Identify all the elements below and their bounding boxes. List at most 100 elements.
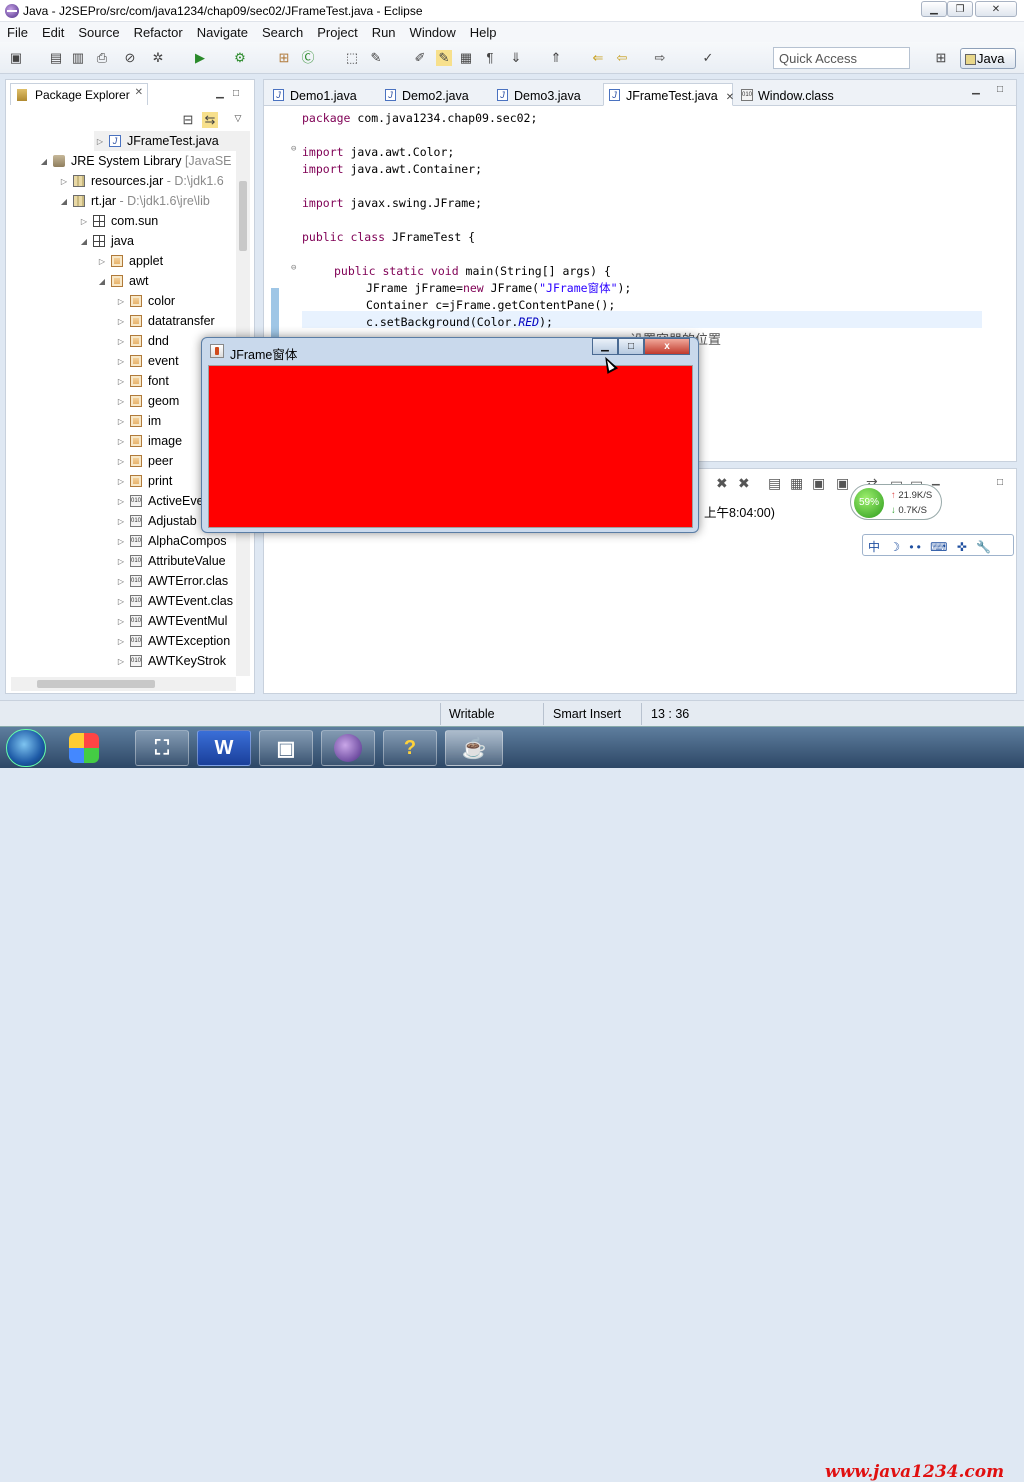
close-tab-icon[interactable]: ✕ <box>135 87 143 98</box>
show-whitespace-icon[interactable]: ¶ <box>482 50 498 66</box>
menu-navigate[interactable]: Navigate <box>190 25 255 40</box>
print-icon[interactable]: ⎙ <box>94 50 110 66</box>
tree-item-dnd[interactable]: ▷ dnd <box>115 331 169 351</box>
save-all-icon[interactable]: ▥ <box>70 50 86 66</box>
jframe-minimize-button[interactable]: ▁ <box>592 338 618 355</box>
tree-horizontal-scrollbar[interactable] <box>11 677 236 691</box>
menu-search[interactable]: Search <box>255 25 310 40</box>
close-button[interactable]: ✕ <box>975 1 1017 17</box>
tab-demo3[interactable]: Demo3.java <box>491 83 601 106</box>
taskbar-java-icon[interactable]: ☕ <box>445 730 503 766</box>
new-class-icon[interactable]: Ⓒ <box>300 50 316 66</box>
search-icon[interactable]: ✎ <box>368 50 384 66</box>
clear-console-icon[interactable]: ▤ <box>768 475 781 492</box>
toggle-mark-icon[interactable]: ✐ <box>412 50 428 66</box>
skip-breakpoints-icon[interactable]: ⊘ <box>122 50 138 66</box>
package-explorer-tab[interactable]: Package Explorer ✕ <box>10 83 148 105</box>
taskbar-word-icon[interactable]: W <box>197 730 251 766</box>
tree-item-resources-jar[interactable]: ▷ resources.jar - D:\jdk1.6 <box>58 171 224 191</box>
tree-item-datatransfer[interactable]: ▷ datatransfer <box>115 311 215 331</box>
network-speed-widget[interactable]: 59% 21.9K/S 0.7K/S <box>850 484 942 520</box>
scroll-lock-icon[interactable]: ▦ <box>790 475 803 492</box>
view-menu-icon[interactable]: ▽ <box>230 110 246 126</box>
maximize-button[interactable]: ❐ <box>947 1 973 17</box>
minimize-console-icon[interactable]: ▁ <box>932 475 940 486</box>
tree-item-adjustable[interactable]: ▷Adjustab <box>115 511 197 531</box>
jframe-window[interactable]: JFrame窗体 ▁ □ x <box>201 337 699 533</box>
tree-item-awtkeystroke[interactable]: ▷AWTKeyStrok <box>115 651 226 671</box>
open-type-icon[interactable]: ⬚ <box>344 50 360 66</box>
tree-item-font[interactable]: ▷ font <box>115 371 169 391</box>
tree-item-im[interactable]: ▷ im <box>115 411 161 431</box>
open-perspective-icon[interactable]: ⊞ <box>933 50 949 66</box>
word-wrap-icon[interactable]: ▣ <box>812 475 825 492</box>
next-annotation-icon[interactable]: ⇓ <box>508 50 524 66</box>
debug-icon[interactable]: ✲ <box>150 50 166 66</box>
back-icon[interactable]: ⇦ <box>614 50 630 66</box>
tree-item-java[interactable]: ◢ java <box>78 231 134 251</box>
start-button[interactable] <box>6 729 46 767</box>
highlight-occurrences-icon[interactable]: ✎ <box>436 50 452 66</box>
ime-toolbar[interactable]: 中 ☽ •• ⌨ ✜ 🔧 <box>862 534 1014 556</box>
last-edit-icon[interactable]: ⇐ <box>590 50 606 66</box>
prev-annotation-icon[interactable]: ⇑ <box>548 50 564 66</box>
taskbar-eclipse-icon[interactable] <box>321 730 375 766</box>
fold-icon[interactable]: ⊖ <box>291 144 296 154</box>
tree-item-com-sun[interactable]: ▷ com.sun <box>78 211 158 231</box>
java-perspective-button[interactable]: Java <box>960 48 1016 69</box>
tree-item-applet[interactable]: ▷ applet <box>96 251 163 271</box>
terminate-icon[interactable]: ✖ <box>716 475 728 492</box>
maximize-view-icon[interactable]: □ <box>228 86 244 102</box>
jframe-maximize-button[interactable]: □ <box>618 338 644 355</box>
tree-item-print[interactable]: ▷ print <box>115 471 172 491</box>
taskbar-app-icon[interactable]: ⛶ <box>135 730 189 766</box>
tab-demo2[interactable]: Demo2.java <box>379 83 489 106</box>
new-icon[interactable]: ▣ <box>8 50 24 66</box>
maximize-console-icon[interactable]: □ <box>992 475 1008 491</box>
tree-item-jframetest[interactable]: ▷JFrameTest.java <box>94 131 236 151</box>
tree-item-awteventmulticaster[interactable]: ▷AWTEventMul <box>115 611 228 631</box>
tree-item-rt-jar[interactable]: ◢ rt.jar - D:\jdk1.6\jre\lib <box>58 191 210 211</box>
menu-source[interactable]: Source <box>71 25 126 40</box>
tree-item-activeevent[interactable]: ▷ActiveEve <box>115 491 204 511</box>
link-with-editor-icon[interactable]: ⇆ <box>202 112 218 128</box>
quick-access-input[interactable]: Quick Access <box>773 47 910 69</box>
menu-run[interactable]: Run <box>365 25 403 40</box>
editor-vertical-scrollbar[interactable] <box>1000 108 1014 438</box>
block-selection-icon[interactable]: ▦ <box>458 50 474 66</box>
tree-item-geom[interactable]: ▷ geom <box>115 391 179 411</box>
show-on-output-icon[interactable]: ▣ <box>836 475 849 492</box>
minimize-editor-icon[interactable]: ▁ <box>968 82 984 98</box>
tree-item-color[interactable]: ▷ color <box>115 291 175 311</box>
fold-icon[interactable]: ⊖ <box>291 263 296 273</box>
external-tools-icon[interactable]: ⚙ <box>232 50 248 66</box>
menu-file[interactable]: File <box>0 25 35 40</box>
menu-project[interactable]: Project <box>310 25 364 40</box>
collapse-all-icon[interactable]: ⊟ <box>180 112 196 128</box>
close-tab-icon[interactable]: ✕ <box>726 92 734 103</box>
forward-icon[interactable]: ⇨ <box>652 50 668 66</box>
menu-edit[interactable]: Edit <box>35 25 71 40</box>
pin-editor-icon[interactable]: ✓ <box>700 50 716 66</box>
menu-window[interactable]: Window <box>403 25 463 40</box>
tree-item-awterror[interactable]: ▷AWTError.clas <box>115 571 228 591</box>
tree-item-image[interactable]: ▷ image <box>115 431 182 451</box>
tree-item-alphacomposite[interactable]: ▷AlphaCompos <box>115 531 227 551</box>
tree-item-awtexception[interactable]: ▷AWTException <box>115 631 230 651</box>
tab-jframetest[interactable]: JFrameTest.java✕ <box>603 83 734 106</box>
maximize-editor-icon[interactable]: □ <box>992 82 1008 98</box>
tree-item-awtevent[interactable]: ▷AWTEvent.clas <box>115 591 233 611</box>
tree-item-attributevalue[interactable]: ▷AttributeValue <box>115 551 226 571</box>
tab-demo1[interactable]: Demo1.java <box>267 83 377 106</box>
taskbar-media-icon[interactable] <box>58 730 110 766</box>
tree-item-awt[interactable]: ◢ awt <box>96 271 149 291</box>
tab-window-class[interactable]: Window.class <box>735 83 855 106</box>
remove-launches-icon[interactable]: ✖ <box>738 475 750 492</box>
jframe-close-button[interactable]: x <box>644 338 690 355</box>
run-icon[interactable]: ▶ <box>192 50 208 66</box>
tree-item-peer[interactable]: ▷ peer <box>115 451 173 471</box>
minimize-view-icon[interactable]: ▁ <box>212 86 228 102</box>
menu-help[interactable]: Help <box>463 25 504 40</box>
save-icon[interactable]: ▤ <box>48 50 64 66</box>
taskbar-help-icon[interactable]: ? <box>383 730 437 766</box>
